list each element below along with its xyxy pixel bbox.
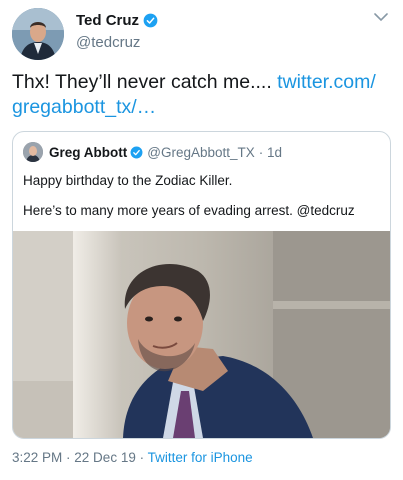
tweet-text: Thx! They’ll never catch me.... twitter.…	[12, 70, 392, 120]
author-avatar[interactable]	[12, 8, 64, 60]
quoted-author-avatar	[23, 142, 43, 162]
tweet-header: Ted Cruz @tedcruz	[12, 8, 392, 60]
tweet-date[interactable]: · 22 Dec 19 ·	[66, 450, 144, 465]
verified-badge-icon	[130, 146, 143, 158]
quoted-tweet-text: Happy birthday to the Zodiac Killer. Her…	[23, 172, 378, 220]
verified-badge-icon	[143, 13, 158, 27]
quoted-tweet-line-2: Here’s to many more years of evading arr…	[23, 203, 355, 218]
tweet-source[interactable]: Twitter for iPhone	[148, 450, 253, 465]
quoted-author-display-name: Greg Abbott	[49, 144, 128, 160]
quoted-tweet-card[interactable]: Greg Abbott @GregAbbott_TX · 1d Happy bi…	[12, 131, 391, 439]
tweet-body: Thx! They’ll never catch me....	[12, 71, 278, 93]
quoted-tweet-photo[interactable]	[13, 231, 390, 438]
tweet-meta: 3:22 PM · 22 Dec 19 · Twitter for iPhone	[12, 450, 253, 465]
chevron-down-icon[interactable]	[374, 12, 388, 22]
tweet-time[interactable]: 3:22 PM	[12, 450, 62, 465]
quoted-tweet-line-1: Happy birthday to the Zodiac Killer.	[23, 173, 233, 188]
quoted-author-handle: @GregAbbott_TX	[147, 144, 255, 160]
author-display-name[interactable]: Ted Cruz	[76, 12, 139, 29]
quoted-tweet-header: Greg Abbott @GregAbbott_TX · 1d	[23, 142, 282, 162]
author-handle[interactable]: @tedcruz	[76, 34, 158, 51]
quoted-tweet-age: · 1d	[258, 144, 283, 160]
